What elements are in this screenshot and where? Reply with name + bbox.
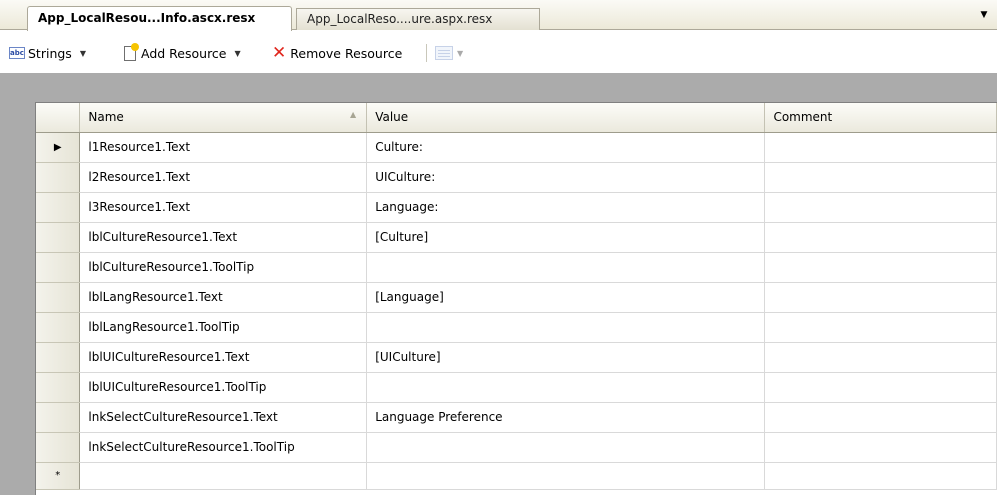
add-resource-button[interactable]: Add Resource ▼: [124, 42, 241, 63]
new-row-value-cell[interactable]: [366, 462, 766, 490]
name-cell[interactable]: l1Resource1.Text: [79, 132, 368, 163]
comment-cell[interactable]: [764, 432, 997, 463]
chevron-down-icon[interactable]: ▼: [235, 49, 241, 58]
row-selector[interactable]: [36, 282, 81, 313]
tab-list-dropdown-icon[interactable]: ▼: [977, 10, 991, 24]
grid-view-icon: [435, 46, 453, 60]
value-cell[interactable]: UICulture:: [366, 162, 766, 193]
comment-cell[interactable]: [764, 252, 997, 283]
views-dropdown-button[interactable]: ▼: [435, 43, 463, 63]
table-row[interactable]: ▶ l1Resource1.Text Culture:: [36, 132, 997, 163]
table-row[interactable]: lblCultureResource1.Text [Culture]: [36, 222, 997, 253]
value-cell[interactable]: Culture:: [366, 132, 766, 163]
red-x-icon: ✕: [272, 43, 287, 63]
new-document-icon: [124, 42, 139, 61]
value-cell[interactable]: Language Preference: [366, 402, 766, 433]
new-row-comment-cell[interactable]: [764, 462, 997, 490]
comment-cell[interactable]: [764, 342, 997, 373]
comment-cell[interactable]: [764, 372, 997, 403]
column-header-name[interactable]: Name ▲: [79, 103, 368, 133]
row-selector[interactable]: [36, 222, 81, 253]
tab-resx-ure-aspx[interactable]: App_LocalReso....ure.aspx.resx: [296, 8, 540, 30]
value-cell[interactable]: [Culture]: [366, 222, 766, 253]
new-row[interactable]: *: [36, 462, 997, 490]
row-header-corner[interactable]: [36, 103, 81, 133]
comment-cell[interactable]: [764, 402, 997, 433]
row-selector[interactable]: [36, 312, 81, 343]
add-resource-label: Add Resource: [141, 45, 227, 61]
sort-ascending-icon: ▲: [350, 110, 357, 120]
value-cell[interactable]: [366, 432, 766, 463]
row-selector[interactable]: [36, 162, 81, 193]
comment-cell[interactable]: [764, 162, 997, 193]
comment-cell[interactable]: [764, 192, 997, 223]
column-header-name-label: Name: [88, 110, 124, 125]
row-selector[interactable]: ▶: [36, 132, 81, 163]
remove-resource-label: Remove Resource: [290, 45, 403, 61]
resource-toolbar: abc Strings ▼ Add Resource ▼ ✕ Remove Re…: [0, 31, 997, 73]
chevron-down-icon: ▼: [457, 48, 464, 58]
row-selector[interactable]: [36, 432, 81, 463]
new-row-marker[interactable]: *: [36, 462, 81, 490]
remove-resource-button[interactable]: ✕ Remove Resource: [272, 43, 402, 63]
name-cell[interactable]: lblLangResource1.Text: [79, 282, 368, 313]
column-header-comment[interactable]: Comment: [764, 103, 997, 133]
table-row[interactable]: l3Resource1.Text Language:: [36, 192, 997, 223]
comment-cell[interactable]: [764, 222, 997, 253]
name-cell[interactable]: l3Resource1.Text: [79, 192, 368, 223]
value-cell[interactable]: [Language]: [366, 282, 766, 313]
comment-cell[interactable]: [764, 132, 997, 163]
row-selector[interactable]: [36, 252, 81, 283]
column-header-value[interactable]: Value: [366, 103, 766, 133]
resource-grid: Name ▲ Value Comment ▶ l1Resource1.Text Cu…: [35, 102, 997, 495]
strings-dropdown-button[interactable]: abc Strings ▼: [9, 43, 86, 63]
document-tab-strip: App_LocalResou...Info.ascx.resx App_Loca…: [0, 0, 997, 31]
name-cell[interactable]: lblUICultureResource1.Text: [79, 342, 368, 373]
chevron-down-icon: ▼: [79, 48, 86, 58]
row-selector[interactable]: [36, 402, 81, 433]
comment-cell[interactable]: [764, 312, 997, 343]
value-cell[interactable]: [UICulture]: [366, 342, 766, 373]
table-row[interactable]: lnkSelectCultureResource1.ToolTip: [36, 432, 997, 463]
value-cell[interactable]: [366, 312, 766, 343]
table-row[interactable]: lblLangResource1.ToolTip: [36, 312, 997, 343]
value-cell[interactable]: Language:: [366, 192, 766, 223]
name-cell[interactable]: lnkSelectCultureResource1.Text: [79, 402, 368, 433]
comment-cell[interactable]: [764, 282, 997, 313]
value-cell[interactable]: [366, 252, 766, 283]
name-cell[interactable]: lblCultureResource1.ToolTip: [79, 252, 368, 283]
table-row[interactable]: lblCultureResource1.ToolTip: [36, 252, 997, 283]
name-cell[interactable]: lnkSelectCultureResource1.ToolTip: [79, 432, 368, 463]
strings-label: Strings: [28, 45, 72, 61]
tab-resx-info-ascx[interactable]: App_LocalResou...Info.ascx.resx: [27, 6, 292, 31]
toolbar-separator: [426, 44, 427, 62]
table-row[interactable]: lblUICultureResource1.ToolTip: [36, 372, 997, 403]
value-cell[interactable]: [366, 372, 766, 403]
table-row[interactable]: l2Resource1.Text UICulture:: [36, 162, 997, 193]
table-row[interactable]: lblUICultureResource1.Text [UICulture]: [36, 342, 997, 373]
name-cell[interactable]: lblLangResource1.ToolTip: [79, 312, 368, 343]
table-row[interactable]: lblLangResource1.Text [Language]: [36, 282, 997, 313]
row-selector[interactable]: [36, 372, 81, 403]
row-selector[interactable]: [36, 342, 81, 373]
name-cell[interactable]: lblUICultureResource1.ToolTip: [79, 372, 368, 403]
new-row-name-cell[interactable]: [79, 462, 368, 490]
row-selector[interactable]: [36, 192, 81, 223]
name-cell[interactable]: l2Resource1.Text: [79, 162, 368, 193]
table-row[interactable]: lnkSelectCultureResource1.Text Language P…: [36, 402, 997, 433]
strings-icon: abc: [9, 47, 25, 59]
name-cell[interactable]: lblCultureResource1.Text: [79, 222, 368, 253]
